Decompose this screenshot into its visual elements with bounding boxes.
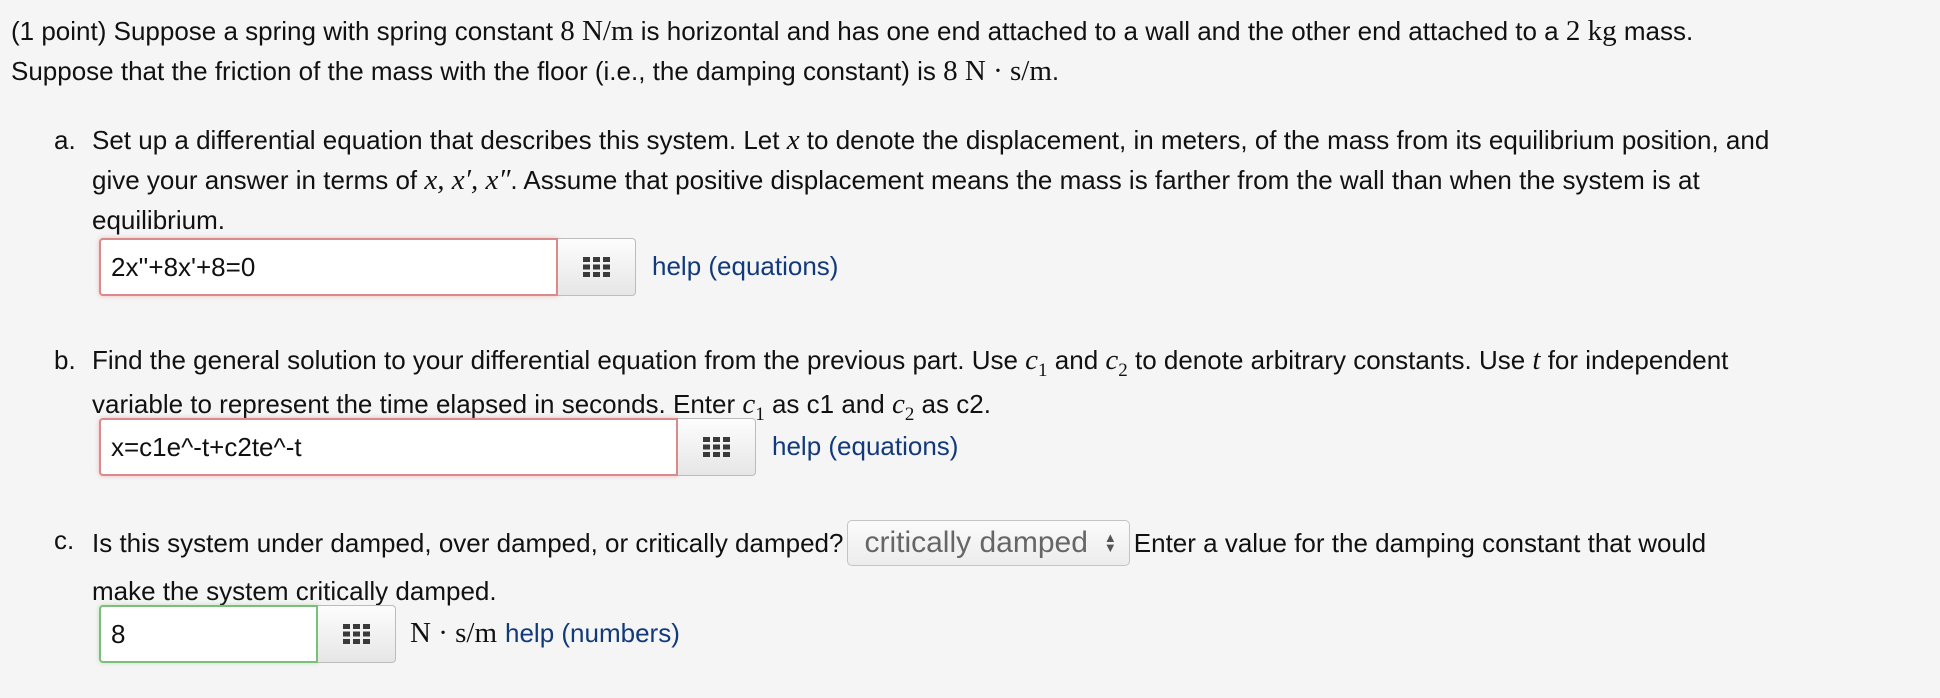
part-letter: c.	[54, 525, 75, 555]
part-text: for independent	[1540, 345, 1729, 375]
part-letter: b.	[54, 345, 76, 375]
part-text: give your answer in terms of	[92, 165, 425, 195]
answer-group: 8	[99, 605, 396, 663]
part-a-line-3: equilibrium.	[92, 200, 1924, 240]
grid-icon	[582, 257, 610, 277]
part-text: Is this system under damped, over damped…	[92, 528, 844, 558]
c1-subscript: 1	[1038, 360, 1048, 381]
answer-group: 2x''+8x'+8=0	[99, 238, 636, 296]
intro-text: mass.	[1616, 16, 1694, 46]
part-text: Set up a differential equation that desc…	[92, 125, 787, 155]
answer-input-a[interactable]: 2x''+8x'+8=0	[99, 238, 558, 296]
c2-symbol: c2	[1105, 344, 1127, 381]
help-link-numbers[interactable]: help (numbers)	[505, 613, 680, 653]
c2-base: c	[1105, 344, 1119, 376]
select-value: critically damped	[864, 526, 1088, 560]
part-text: to denote the displacement, in meters, o…	[799, 125, 1770, 155]
c2-subscript: 2	[1118, 360, 1128, 381]
intro-text: is horizontal and has one end attached t…	[633, 16, 1566, 46]
c2-base: c	[891, 388, 905, 420]
part-text: as c2.	[914, 389, 991, 419]
intro-text: Suppose that the friction of the mass wi…	[11, 56, 944, 86]
unit-label: N · s/m	[410, 617, 497, 649]
part-text: to denote arbitrary constants. Use	[1127, 345, 1533, 375]
answer-row-b: x=c1e^-t+c2te^-t help (equations)	[99, 418, 958, 476]
spring-constant: 8 N/m	[560, 15, 634, 47]
intro-text: (1 point) Suppose a spring with spring c…	[11, 16, 561, 46]
answer-row-c: 8 N · s/m help (numbers)	[99, 605, 680, 663]
var-list: x, x′, x″	[424, 164, 511, 196]
part-letter: a.	[54, 125, 76, 155]
keypad-button[interactable]	[558, 238, 636, 296]
c2-symbol: c2	[891, 388, 914, 425]
c1-base: c	[742, 388, 756, 420]
part-a-line-1: Set up a differential equation that desc…	[92, 120, 1924, 160]
var-x: x	[786, 124, 800, 156]
keypad-button[interactable]	[318, 605, 396, 663]
select-arrows-icon: ▲ ▼	[1103, 530, 1117, 556]
problem-intro: (1 point) Suppose a spring with spring c…	[11, 11, 1931, 91]
part-c: c. Is this system under damped, over dam…	[54, 520, 1924, 614]
c1-base: c	[1025, 344, 1039, 376]
part-text: Find the general solution to your differ…	[92, 345, 1026, 375]
answer-row-a: 2x''+8x'+8=0 help (equations)	[99, 238, 838, 296]
help-link-equations[interactable]: help (equations)	[772, 426, 958, 466]
answer-group: x=c1e^-t+c2te^-t	[99, 418, 756, 476]
part-text: make the system critically damped.	[92, 576, 497, 607]
intro-text: .	[1051, 56, 1060, 86]
part-a-line-2: give your answer in terms of x, x′, x″. …	[92, 160, 1924, 200]
c1-symbol: c1	[1025, 344, 1047, 381]
intro-line-2: Suppose that the friction of the mass wi…	[11, 51, 1931, 91]
keypad-button[interactable]	[678, 418, 756, 476]
part-text: variable to represent the time elapsed i…	[92, 389, 743, 419]
damping-type-select[interactable]: critically damped ▲ ▼	[847, 520, 1130, 567]
grid-icon	[702, 437, 730, 457]
part-text: as c1 and	[764, 389, 892, 419]
part-c-line-1: Is this system under damped, over damped…	[92, 520, 1924, 568]
part-b: b. Find the general solution to your dif…	[54, 340, 1924, 428]
grid-icon	[342, 624, 370, 644]
damping-constant: 8 N · s/m	[943, 55, 1052, 87]
part-text: . Assume that positive displacement mean…	[510, 165, 1700, 195]
part-text: equilibrium.	[92, 205, 225, 235]
part-b-line-1: Find the general solution to your differ…	[92, 340, 1924, 384]
part-text: Enter a value for the damping constant t…	[1133, 528, 1707, 558]
answer-input-b[interactable]: x=c1e^-t+c2te^-t	[99, 418, 678, 476]
part-a: a. Set up a differential equation that d…	[54, 120, 1924, 240]
part-text: and	[1047, 345, 1106, 375]
mass-value: 2 kg	[1565, 15, 1617, 47]
intro-line-1: (1 point) Suppose a spring with spring c…	[11, 11, 1931, 51]
answer-input-c[interactable]: 8	[99, 605, 318, 663]
c1-symbol: c1	[742, 388, 764, 425]
help-link-equations[interactable]: help (equations)	[652, 246, 838, 286]
